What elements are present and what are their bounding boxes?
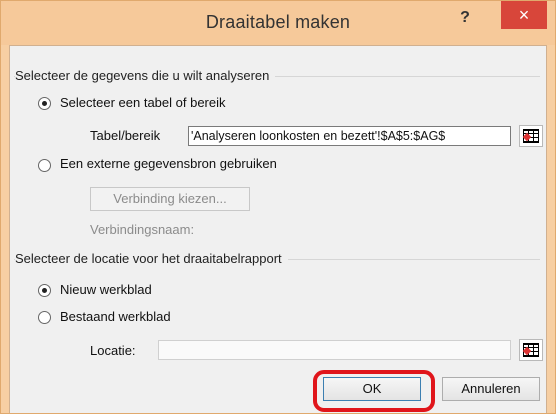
option-external-source-label[interactable]: Een externe gegevensbron gebruiken <box>60 156 277 171</box>
location-label: Locatie: <box>90 343 136 358</box>
location-picker-icon[interactable] <box>519 339 543 361</box>
ok-highlight-annotation <box>313 370 435 412</box>
dialog-body: Selecteer de gegevens die u wilt analyse… <box>9 45 547 413</box>
radio-existing-worksheet[interactable] <box>38 311 51 324</box>
range-picker-icon[interactable] <box>519 125 543 147</box>
option-new-worksheet-label[interactable]: Nieuw werkblad <box>60 282 152 297</box>
dialog-window: Draaitabel maken ? × Selecteer de gegeve… <box>0 0 556 414</box>
section-location-title: Selecteer de locatie voor het draaitabel… <box>15 251 288 266</box>
table-range-label: Tabel/bereik <box>90 128 161 143</box>
option-table-range-label[interactable]: Selecteer een tabel of bereik <box>60 95 226 110</box>
connection-choose-button[interactable]: Verbinding kiezen... <box>90 187 250 211</box>
title-bar[interactable]: Draaitabel maken ? × <box>1 1 555 45</box>
radio-external-source[interactable] <box>38 159 51 172</box>
cancel-button[interactable]: Annuleren <box>442 377 540 401</box>
connection-name-label: Verbindingsnaam: <box>90 222 195 237</box>
close-button[interactable]: × <box>501 1 547 29</box>
table-range-input[interactable]: 'Analyseren loonkosten en bezett'!$A$5:$… <box>188 126 511 146</box>
section-data-title: Selecteer de gegevens die u wilt analyse… <box>15 68 276 83</box>
location-input[interactable] <box>158 340 511 360</box>
radio-table-range[interactable] <box>38 97 51 110</box>
radio-new-worksheet[interactable] <box>38 284 51 297</box>
option-existing-worksheet-label[interactable]: Bestaand werkblad <box>60 309 171 324</box>
help-icon[interactable]: ? <box>455 9 475 31</box>
